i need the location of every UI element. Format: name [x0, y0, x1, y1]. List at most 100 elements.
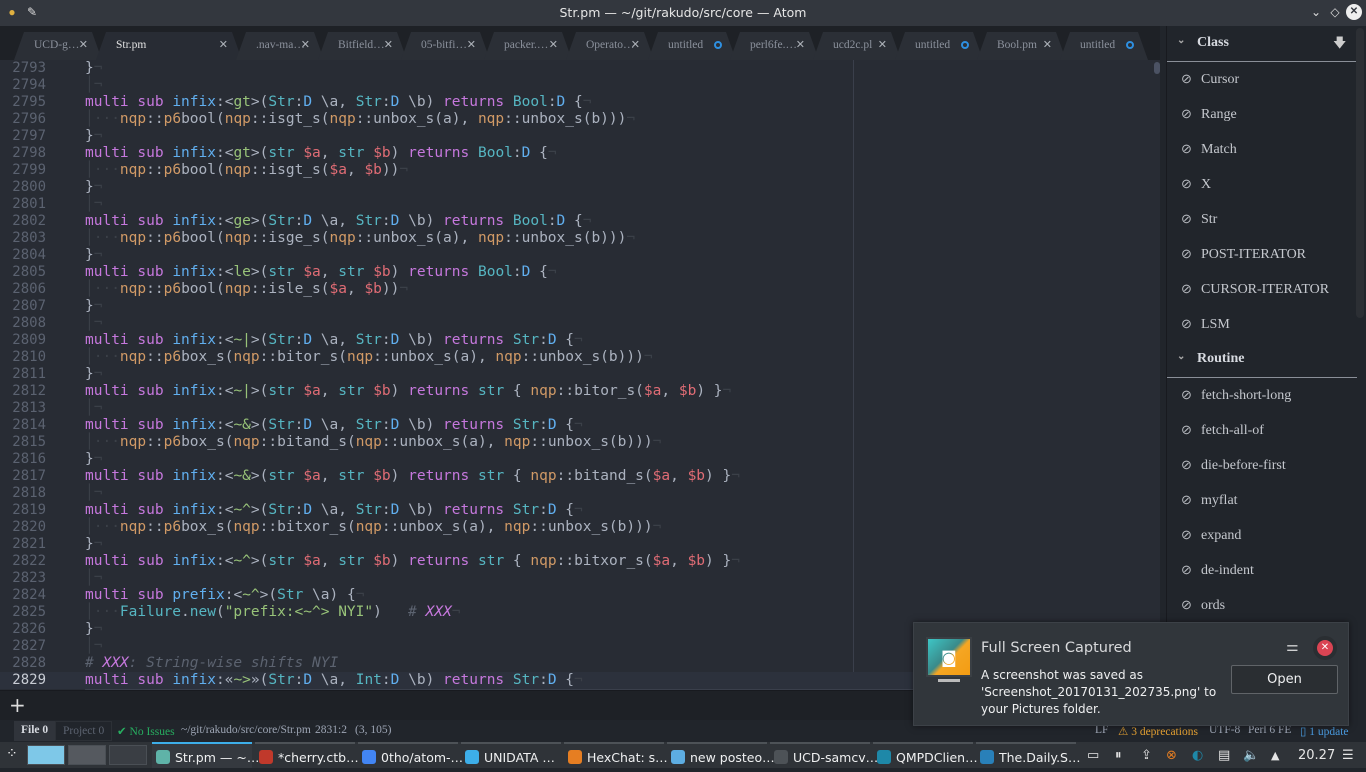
- line-number[interactable]: 2829: [0, 672, 46, 689]
- line-number[interactable]: 2824: [0, 587, 46, 604]
- code-line[interactable]: multi sub infix:<le>(str $a, str $b) ret…: [85, 264, 557, 281]
- code-line[interactable]: │¬: [85, 400, 102, 417]
- visibility-off-icon[interactable]: ⊘: [1181, 560, 1199, 580]
- visibility-off-icon[interactable]: ⊘: [1181, 525, 1199, 545]
- line-number[interactable]: 2814: [0, 417, 46, 434]
- line-number[interactable]: 2813: [0, 400, 46, 417]
- code-line[interactable]: }¬: [85, 128, 102, 145]
- outline-item[interactable]: ⊘ ords: [1181, 595, 1225, 615]
- tab-9[interactable]: ucd2c.pl ✕: [813, 32, 901, 60]
- outline-item[interactable]: ⊘ fetch-short-long: [1181, 385, 1291, 405]
- tab-close-icon[interactable]: ✕: [549, 32, 558, 58]
- outline-item[interactable]: ⊘ POST-ITERATOR: [1181, 244, 1306, 264]
- visibility-off-icon[interactable]: ⊘: [1181, 385, 1199, 405]
- qmpd-tray-icon[interactable]: ◐: [1192, 748, 1203, 763]
- code-line[interactable]: │¬: [85, 570, 102, 587]
- code-line[interactable]: multi sub prefix:<~^>(Str \a) {¬: [85, 587, 364, 604]
- desktop-pager-1[interactable]: [27, 745, 65, 765]
- app-launcher-icon[interactable]: ⁘: [6, 746, 18, 762]
- code-line[interactable]: multi sub infix:<~^>(Str:D \a, Str:D \b)…: [85, 502, 583, 519]
- outline-item[interactable]: ⊘ expand: [1181, 525, 1241, 545]
- tab-4[interactable]: 05-bitfi… ✕: [401, 32, 490, 60]
- tab-close-icon[interactable]: ✕: [467, 32, 476, 58]
- code-line[interactable]: multi sub infix:«~>»(Str:D \a, Int:D \b)…: [85, 672, 583, 689]
- settings-icon[interactable]: ⚌: [1286, 639, 1299, 655]
- visibility-off-icon[interactable]: ⊘: [1181, 314, 1199, 334]
- code-line[interactable]: │···Failure.new("prefix:<~^> NYI") # XXX…: [85, 604, 460, 621]
- visibility-off-icon[interactable]: ⊘: [1181, 455, 1199, 475]
- tab-1[interactable]: Str.pm ✕: [96, 32, 242, 60]
- code-line[interactable]: │¬: [85, 638, 102, 655]
- taskbar-task[interactable]: Str.pm — ~…: [152, 742, 259, 768]
- tab-10[interactable]: untitled: [895, 32, 983, 60]
- tab-0[interactable]: UCD-g… ✕: [14, 32, 102, 60]
- cursor-position[interactable]: 2831:2: [315, 724, 347, 736]
- line-number[interactable]: 2808: [0, 315, 46, 332]
- line-number[interactable]: 2816: [0, 451, 46, 468]
- line-number[interactable]: 2828: [0, 655, 46, 672]
- line-number[interactable]: 2815: [0, 434, 46, 451]
- visibility-off-icon[interactable]: ⊘: [1181, 420, 1199, 440]
- outline-scrollbar[interactable]: [1356, 28, 1364, 318]
- line-number[interactable]: 2801: [0, 196, 46, 213]
- modified-indicator-icon[interactable]: [714, 41, 722, 49]
- deprecations-status[interactable]: ⚠ 3 deprecations: [1118, 724, 1198, 738]
- line-number[interactable]: 2794: [0, 77, 46, 94]
- taskbar-task[interactable]: new posteo…: [667, 742, 775, 768]
- volume-icon[interactable]: 🔈: [1243, 748, 1259, 763]
- tab-5[interactable]: packer.… ✕: [484, 32, 572, 60]
- linter-project-tab[interactable]: Project 0: [55, 721, 113, 741]
- outline-item[interactable]: ⊘ de-indent: [1181, 560, 1254, 580]
- line-number[interactable]: 2826: [0, 621, 46, 638]
- outline-item[interactable]: ⊘ myflat: [1181, 490, 1238, 510]
- line-number[interactable]: 2811: [0, 366, 46, 383]
- visibility-off-icon[interactable]: ⊘: [1181, 69, 1199, 89]
- line-number[interactable]: 2817: [0, 468, 46, 485]
- vertical-scrollbar[interactable]: [1154, 62, 1160, 74]
- no-issues-status[interactable]: ✔ No Issues: [117, 724, 175, 738]
- outline-item[interactable]: ⊘ X: [1181, 174, 1211, 194]
- updates-status[interactable]: ▯ 1 update: [1300, 724, 1349, 738]
- code-line[interactable]: │···nqp::p6box_s(nqp::bitor_s(nqp::unbox…: [85, 349, 653, 366]
- tab-close-icon[interactable]: ✕: [384, 32, 393, 58]
- line-number[interactable]: 2803: [0, 230, 46, 247]
- visibility-off-icon[interactable]: ⊘: [1181, 279, 1199, 299]
- code-line[interactable]: multi sub infix:<~|>(str $a, str $b) ret…: [85, 383, 731, 400]
- taskbar-task[interactable]: QMPDClien…: [873, 742, 978, 768]
- minimize-icon[interactable]: ⌄: [1308, 4, 1324, 20]
- code-line[interactable]: }¬: [85, 60, 102, 77]
- outline-item[interactable]: ⊘ CURSOR-ITERATOR: [1181, 279, 1329, 299]
- taskbar-task[interactable]: UNIDATA …: [461, 742, 561, 768]
- line-number[interactable]: 2806: [0, 281, 46, 298]
- line-number[interactable]: 2795: [0, 94, 46, 111]
- outline-item[interactable]: ⊘ fetch-all-of: [1181, 420, 1264, 440]
- maximize-icon[interactable]: ◇: [1327, 4, 1343, 20]
- add-panel-button[interactable]: +: [9, 693, 26, 717]
- media-pause-icon[interactable]: ⏸: [1115, 748, 1122, 763]
- outline-item[interactable]: ⊘ Cursor: [1181, 69, 1239, 89]
- visibility-off-icon[interactable]: ⊘: [1181, 174, 1199, 194]
- code-line[interactable]: │···nqp::p6bool(nqp::isle_s($a, $b))¬: [85, 281, 408, 298]
- outline-item[interactable]: ⊘ Range: [1181, 104, 1237, 124]
- open-button[interactable]: Open: [1231, 665, 1338, 694]
- line-number[interactable]: 2827: [0, 638, 46, 655]
- code-line[interactable]: │¬: [85, 77, 102, 94]
- code-line[interactable]: multi sub infix:<ge>(Str:D \a, Str:D \b)…: [85, 213, 591, 230]
- panel-menu-icon[interactable]: ☰: [1342, 748, 1354, 763]
- code-line[interactable]: │···nqp::p6bool(nqp::isge_s(nqp::unbox_s…: [85, 230, 635, 247]
- code-line[interactable]: multi sub infix:<~^>(str $a, str $b) ret…: [85, 553, 740, 570]
- clock[interactable]: 20.27: [1298, 748, 1335, 763]
- code-line[interactable]: }¬: [85, 247, 102, 264]
- tab-close-icon[interactable]: ✕: [301, 32, 310, 58]
- line-number[interactable]: 2818: [0, 485, 46, 502]
- tab-close-icon[interactable]: ✕: [878, 32, 887, 58]
- notification-close-button[interactable]: ✕: [1317, 640, 1333, 656]
- line-number[interactable]: 2820: [0, 519, 46, 536]
- tab-6[interactable]: Operato… ✕: [566, 32, 654, 60]
- update-notifier-icon[interactable]: ⇪: [1141, 748, 1152, 763]
- outline-item[interactable]: ⊘ LSM: [1181, 314, 1230, 334]
- desktop-pager-3[interactable]: [109, 745, 147, 765]
- code-line[interactable]: │···nqp::p6bool(nqp::isgt_s(nqp::unbox_s…: [85, 111, 635, 128]
- code-line[interactable]: }¬: [85, 621, 102, 638]
- tab-12[interactable]: untitled: [1060, 32, 1148, 60]
